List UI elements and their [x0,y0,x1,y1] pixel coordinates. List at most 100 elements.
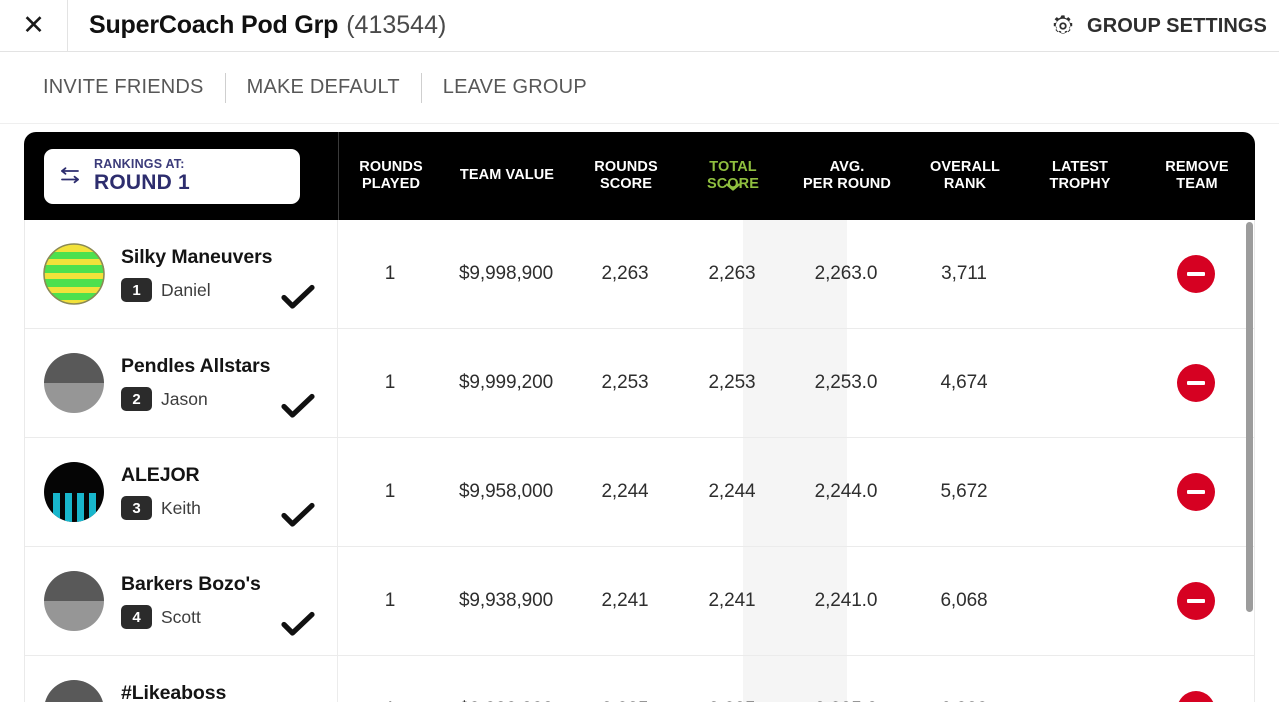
cell-total-score: 2,253 [708,372,756,393]
cell-total-score: 2,235 [680,699,784,702]
table-row[interactable]: Pendles Allstars 2 Jason 1 $9,999,200 2,253 2,… [25,329,1254,438]
remove-team-button[interactable] [1177,473,1215,511]
table-row[interactable]: ALEJOR 3 Keith 1 $9,958,000 2,244 2,244 2,244.0… [25,438,1254,547]
remove-team-button[interactable] [1177,255,1215,293]
close-icon: ✕ [22,10,45,40]
avatar [43,461,105,523]
cell-team-value: $9,938,900 [458,590,554,611]
cell-rounds-played: 1 [384,372,396,393]
group-id: (413544) [346,11,447,39]
team-meta: ALEJOR 3 Keith [121,464,201,520]
group-name: SuperCoach Pod Grp [89,11,339,39]
table-header-columns: ROUNDS PLAYED TEAM VALUE ROUNDS SCORE TO… [339,132,1255,220]
cell-avg-per-round: 2,235.0 [784,699,908,702]
cell-avg-per-round: 2,263.0 [814,263,878,284]
table-row[interactable]: Silky Maneuvers 1 Daniel 1 $9,998,900 2,263 2,… [25,220,1254,329]
leave-group-link[interactable]: LEAVE GROUP [442,76,588,99]
minus-icon [1187,381,1205,385]
table-row[interactable]: #Likeaboss51$9,900,0002,2352,2352,235.06… [25,656,1254,702]
cell-avg-per-round: 2,241.0 [814,590,878,611]
team-meta: Silky Maneuvers 1 Daniel [121,246,272,302]
minus-icon [1187,490,1205,494]
cell-total-score: 2,244 [708,481,756,502]
column-header-rounds-score[interactable]: ROUNDS SCORE [571,159,681,193]
remove-team-cell [1138,473,1254,511]
table-row[interactable]: Barkers Bozo's 4 Scott 1 $9,938,900 2,241 2,24… [25,547,1254,656]
table-body: Silky Maneuvers 1 Daniel 1 $9,998,900 2,263 2,… [24,220,1255,702]
group-settings-button[interactable]: GROUP SETTINGS [1050,0,1271,52]
divider [420,72,422,103]
avatar [43,243,105,305]
team-cell[interactable]: Pendles Allstars 2 Jason [25,329,338,437]
table-header: RANKINGS AT: ROUND 1 ROUNDS PLAYED TEAM … [24,132,1255,220]
team-meta: Pendles Allstars 2 Jason [121,355,271,411]
table-header-left: RANKINGS AT: ROUND 1 [24,132,339,220]
column-header-total-score[interactable]: TOTAL SCORE [681,142,785,210]
verified-check-icon [281,284,315,310]
make-default-link[interactable]: MAKE DEFAULT [246,76,401,99]
cell-overall-rank: 5,672 [940,481,988,502]
rankings-at-label: RANKINGS AT: [94,157,185,172]
cell-rounds-played: 1 [338,699,442,702]
row-columns: 1 $9,938,900 2,241 2,241 2,241.0 6,068 [338,547,1254,655]
cell-rounds-played: 1 [384,263,396,284]
verified-check-icon [281,502,315,528]
team-name: Barkers Bozo's [121,573,261,595]
team-cell[interactable]: #Likeaboss5 [25,656,338,702]
rank-badge: 1 [121,278,152,302]
rank-badge: 2 [121,387,152,411]
cell-rounds-score: 2,241 [601,590,649,611]
gear-icon [1053,15,1073,34]
column-header-avg-per-round[interactable]: AVG. PER ROUND [785,159,909,193]
cell-team-value: $9,958,000 [458,481,554,502]
cell-team-value: $9,998,900 [458,263,554,284]
team-meta: #Likeaboss5 [121,682,226,702]
group-settings-label: GROUP SETTINGS [1087,14,1267,37]
team-cell[interactable]: ALEJOR 3 Keith [25,438,338,546]
team-name: #Likeaboss [121,682,227,702]
remove-team-cell [1138,364,1254,402]
team-cell[interactable]: Silky Maneuvers 1 Daniel [25,220,338,328]
cell-total-score: 2,263 [708,263,756,284]
team-name: ALEJOR [121,464,200,486]
avatar [43,352,105,414]
swap-arrows-icon [61,167,79,184]
cell-rounds-score: 2,253 [601,372,649,393]
remove-team-button[interactable] [1177,582,1215,620]
column-header-rounds-played[interactable]: ROUNDS PLAYED [339,159,443,193]
verified-check-icon [281,611,315,637]
cell-avg-per-round: 2,253.0 [814,372,878,393]
cell-rounds-played: 1 [384,590,396,611]
invite-friends-link[interactable]: INVITE FRIENDS [42,76,205,99]
owner-name: Jason [161,388,208,409]
rank-badge: 3 [121,496,152,520]
chevron-down-icon [725,183,741,191]
column-header-team-value[interactable]: TEAM VALUE [443,167,571,184]
divider [224,72,226,103]
row-columns: 1 $9,958,000 2,244 2,244 2,244.0 5,672 [338,438,1254,546]
rankings-at-selector[interactable]: RANKINGS AT: ROUND 1 [44,148,300,204]
team-meta: Barkers Bozo's 4 Scott [121,573,261,629]
owner-line: 1 Daniel [121,278,272,302]
remove-team-button[interactable] [1177,364,1215,402]
avatar [43,679,105,702]
remove-team-cell [1138,255,1254,293]
owner-line: 3 Keith [121,496,201,520]
cell-overall-rank: 6,088 [908,699,1020,702]
page-title: SuperCoach Pod Grp (413544) [68,11,446,40]
team-name: Silky Maneuvers [121,246,273,268]
cell-team-value: $9,900,000 [442,699,570,702]
column-header-latest-trophy[interactable]: LATEST TROPHY [1021,159,1139,193]
verified-check-icon [281,393,315,419]
column-header-overall-rank[interactable]: OVERALL RANK [909,159,1021,193]
minus-icon [1187,599,1205,603]
close-button[interactable]: ✕ [0,0,68,52]
cell-overall-rank: 4,674 [940,372,988,393]
cell-overall-rank: 6,068 [940,590,988,611]
group-actions-bar: INVITE FRIENDS MAKE DEFAULT LEAVE GROUP [0,52,1279,124]
team-cell[interactable]: Barkers Bozo's 4 Scott [25,547,338,655]
cell-total-score: 2,241 [708,590,756,611]
team-name: Pendles Allstars [121,355,271,377]
owner-name: Keith [161,497,201,518]
remove-team-button[interactable] [1177,691,1215,702]
